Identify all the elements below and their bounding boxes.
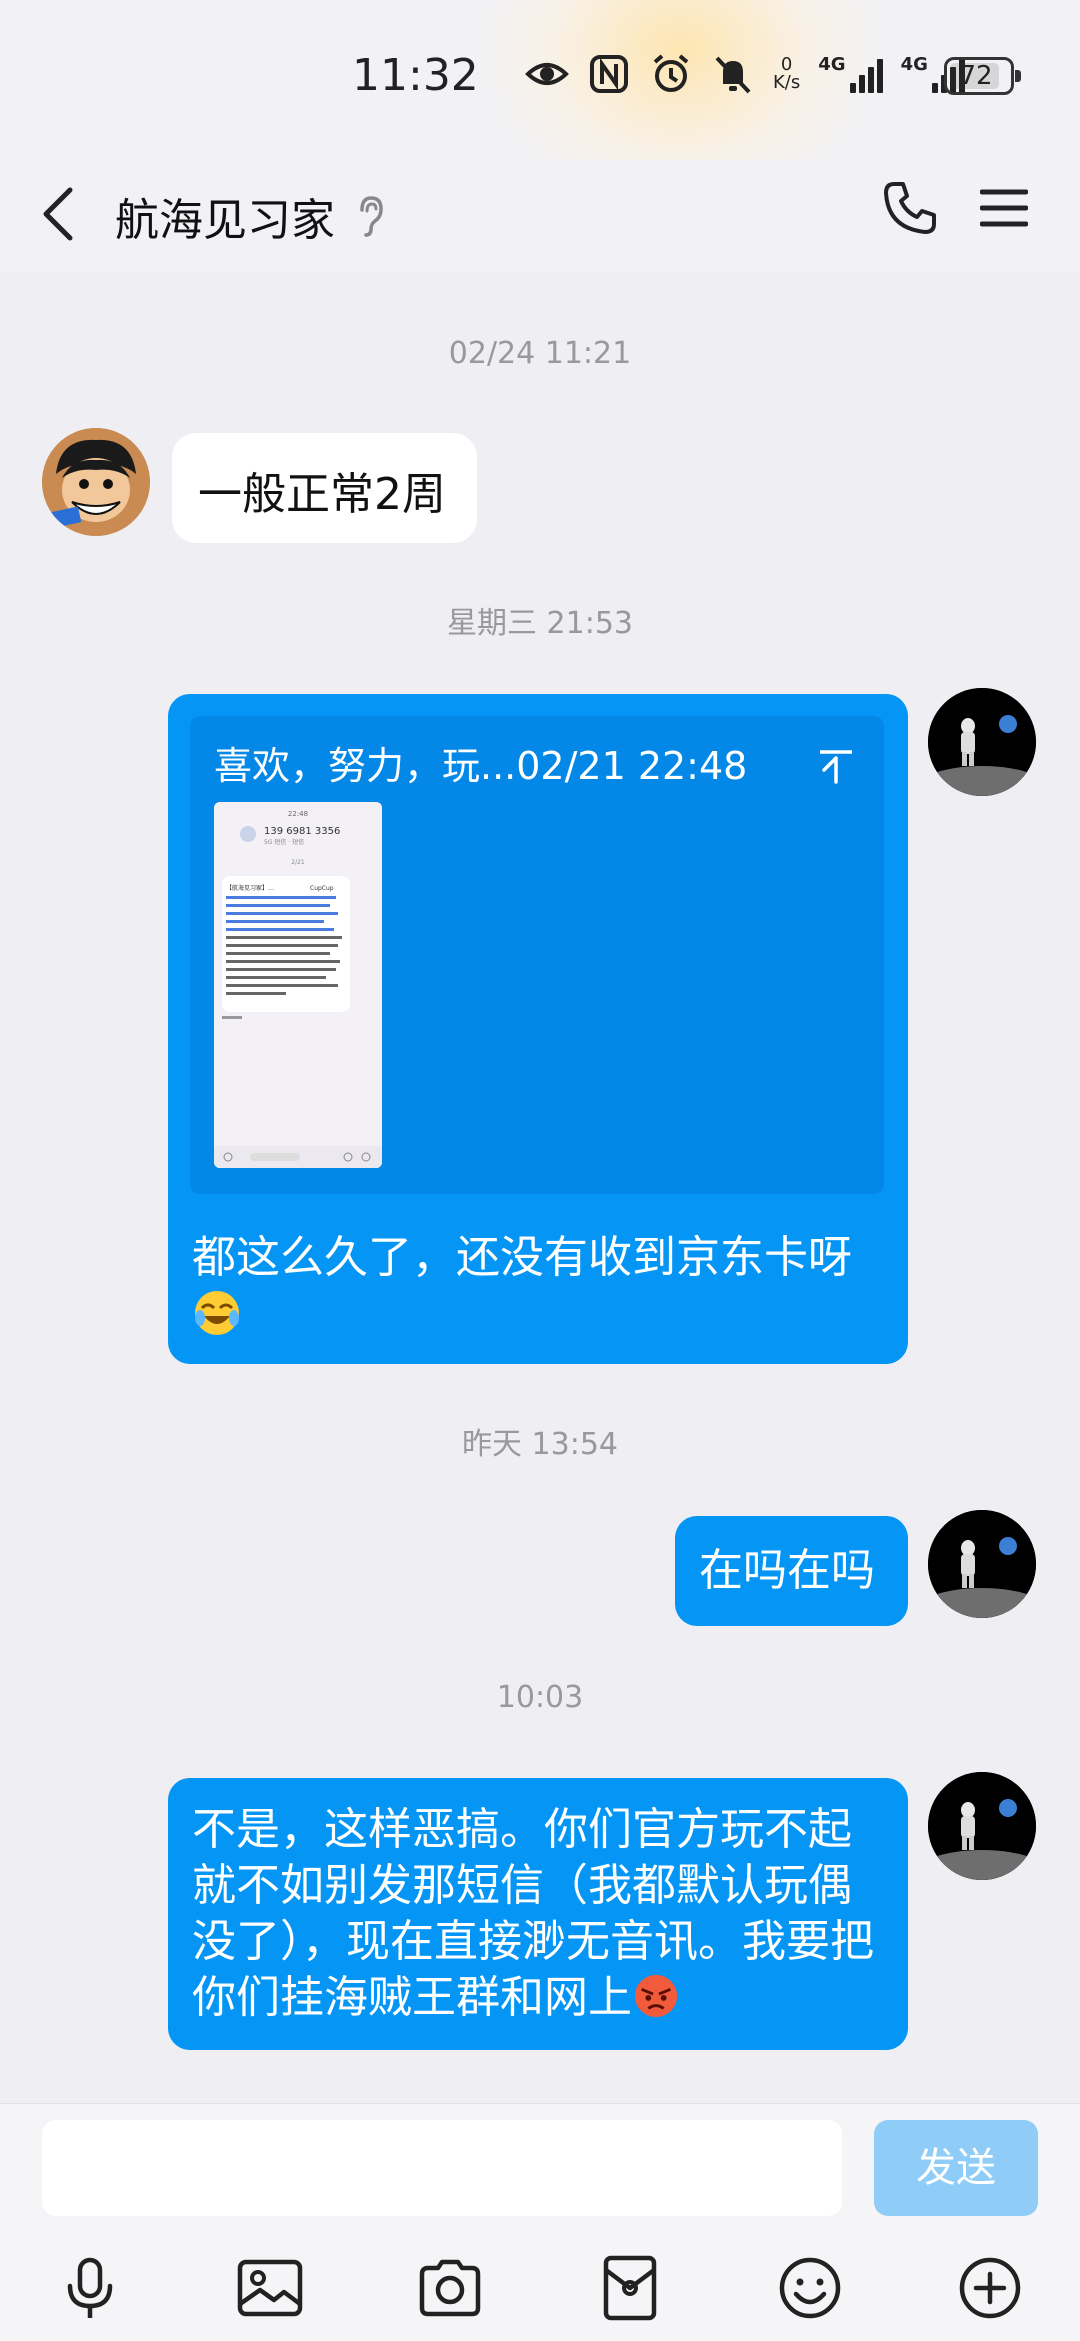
svg-text:2/21: 2/21 bbox=[291, 859, 305, 866]
laugh-cry-emoji-icon bbox=[195, 1291, 239, 1335]
back-arrow-icon[interactable] bbox=[36, 182, 80, 246]
phone-call-icon[interactable] bbox=[880, 178, 940, 238]
timestamp: 星期三 21:53 bbox=[447, 606, 633, 641]
quote-header: 喜欢，努力，玩...02/21 22:48 bbox=[214, 744, 748, 788]
timestamp: 02/24 11:21 bbox=[448, 336, 632, 371]
jump-to-top-icon[interactable] bbox=[816, 746, 856, 786]
quoted-message[interactable]: 喜欢，努力，玩...02/21 22:48 22:48 139 6981 335… bbox=[190, 716, 884, 1194]
menu-icon[interactable] bbox=[980, 186, 1028, 230]
input-bar: 发送 bbox=[0, 2103, 1080, 2341]
camera-icon[interactable] bbox=[416, 2254, 484, 2322]
luffy-avatar-image bbox=[42, 428, 150, 536]
svg-text:【航海见习家】…: 【航海见习家】… bbox=[226, 884, 274, 892]
astronaut-avatar-image bbox=[928, 688, 1036, 796]
status-icons: 0 K/s 4G 4G bbox=[525, 52, 965, 96]
my-avatar[interactable] bbox=[928, 1510, 1036, 1618]
plus-icon[interactable] bbox=[956, 2254, 1024, 2322]
status-time: 11:32 bbox=[352, 50, 479, 101]
message-text: 都这么久了，还没有收到京东卡呀 bbox=[192, 1230, 888, 1338]
incoming-message-bubble[interactable]: 一般正常2周 bbox=[172, 433, 477, 543]
chat-header: 航海见习家 bbox=[0, 160, 1080, 272]
nfc-icon bbox=[590, 55, 628, 93]
angry-emoji-icon bbox=[634, 1974, 678, 2018]
quoted-screenshot-image[interactable]: 22:48 139 6981 3356 5G 短信 · 短信 2/21 【航海见… bbox=[214, 802, 382, 1168]
contact-avatar[interactable] bbox=[42, 428, 150, 536]
battery-icon: 72 bbox=[944, 57, 1021, 95]
eye-icon bbox=[525, 63, 569, 85]
alarm-icon bbox=[653, 54, 689, 92]
svg-text:22:48: 22:48 bbox=[288, 810, 308, 818]
image-icon[interactable] bbox=[236, 2254, 304, 2322]
svg-text:139 6981 3356: 139 6981 3356 bbox=[264, 826, 340, 837]
astronaut-avatar-image bbox=[928, 1772, 1036, 1880]
emoji-icon[interactable] bbox=[776, 2254, 844, 2322]
send-button[interactable]: 发送 bbox=[874, 2120, 1038, 2216]
mic-icon[interactable] bbox=[56, 2254, 124, 2322]
timestamp: 昨天 13:54 bbox=[462, 1427, 618, 1462]
red-packet-icon[interactable] bbox=[596, 2254, 664, 2322]
chat-title[interactable]: 航海见习家 bbox=[115, 184, 335, 248]
outgoing-message-bubble[interactable]: 在吗在吗 bbox=[675, 1516, 908, 1626]
astronaut-avatar-image bbox=[928, 1510, 1036, 1618]
ear-icon bbox=[360, 196, 383, 237]
svg-text:5G 短信 · 短信: 5G 短信 · 短信 bbox=[264, 838, 304, 846]
timestamp: 10:03 bbox=[496, 1680, 584, 1715]
outgoing-message-bubble[interactable]: 喜欢，努力，玩...02/21 22:48 22:48 139 6981 335… bbox=[168, 694, 908, 1364]
outgoing-message-bubble[interactable]: 不是，这样恶搞。你们官方玩不起就不如别发那短信（我都默认玩偶没了），现在直接渺无… bbox=[168, 1778, 908, 2050]
my-avatar[interactable] bbox=[928, 688, 1036, 796]
message-input[interactable] bbox=[42, 2120, 842, 2216]
status-bar: 11:32 0 K/s 4G 4G 72 bbox=[0, 0, 1080, 220]
sim1-signal: 4G bbox=[818, 55, 883, 93]
svg-text:CupCup: CupCup bbox=[310, 885, 334, 892]
net-speed: 0 K/s bbox=[773, 54, 801, 93]
mute-bell-icon bbox=[715, 56, 751, 94]
signal-bars-icon bbox=[849, 55, 883, 93]
my-avatar[interactable] bbox=[928, 1772, 1036, 1880]
